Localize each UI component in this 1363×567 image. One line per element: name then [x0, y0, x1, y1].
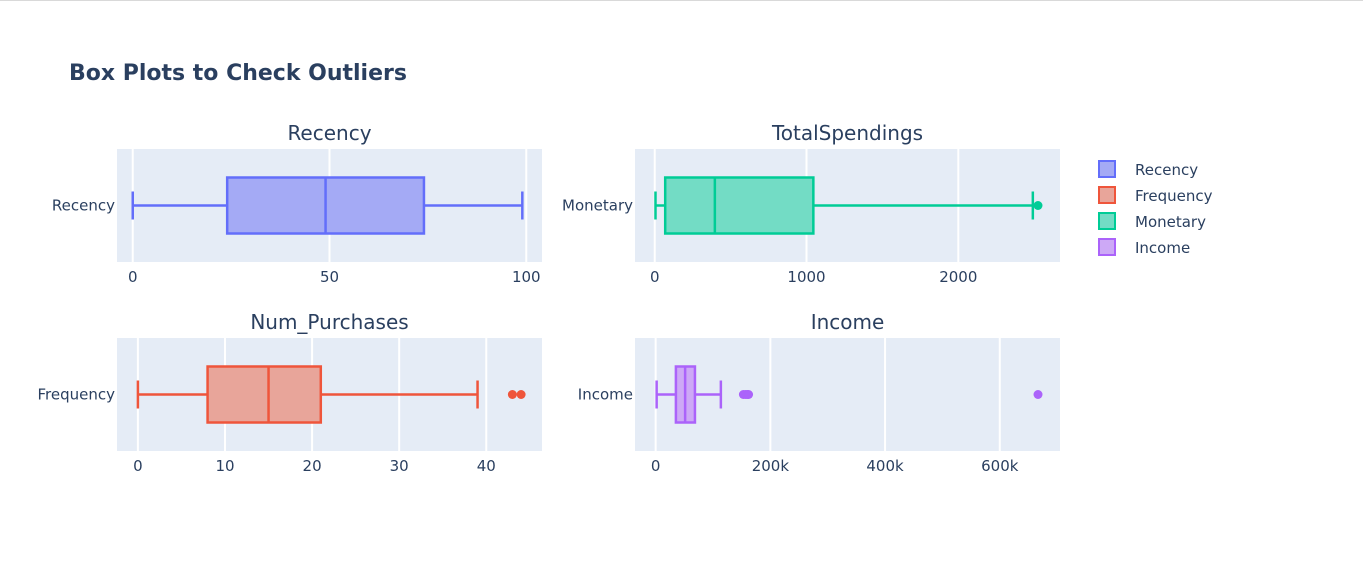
subplot-panels: 0 50 100RecencyRecency0 1000 2000TotalSpendi…	[38, 121, 1060, 475]
outlier-point[interactable]	[516, 390, 526, 399]
subplot-income: 0 200k 400k 600k Income Income	[578, 310, 1060, 475]
legend-item-recency[interactable]: Recency	[1098, 160, 1198, 179]
subplot-title: TotalSpendings	[771, 121, 923, 145]
legend-label: Income	[1135, 239, 1190, 257]
legend-swatch	[1098, 212, 1116, 230]
y-category-label: Frequency	[38, 386, 116, 404]
subplot-title: Income	[811, 310, 885, 334]
legend-label: Frequency	[1135, 187, 1213, 205]
subplot-recency: 0 50 100 Recency Recency	[52, 121, 542, 286]
outlier-point[interactable]	[507, 390, 517, 399]
legend-swatch	[1098, 238, 1116, 256]
x-tick-label: 40	[477, 457, 496, 475]
legend-item-frequency[interactable]: Frequency	[1098, 186, 1213, 205]
x-tick-label: 2000	[939, 268, 977, 286]
x-tick-label: 100	[512, 268, 541, 286]
x-tick-label: 30	[390, 457, 409, 475]
legend-swatch	[1098, 186, 1116, 204]
outlier-point[interactable]	[744, 390, 754, 399]
x-tick-label: 200k	[752, 457, 790, 475]
legend-item-monetary[interactable]: Monetary	[1098, 212, 1206, 231]
box-plots-figure: Box Plots to Check Outliers 0 50 100Recenc…	[38, 61, 1213, 475]
legend-swatch	[1098, 160, 1116, 178]
x-tick-label: 0	[651, 457, 661, 475]
y-category-label: Recency	[52, 197, 115, 215]
legend-label: Monetary	[1135, 213, 1206, 231]
x-tick-label: 0	[133, 457, 143, 475]
figure-title: Box Plots to Check Outliers	[69, 61, 407, 86]
subplot-monetary: 0 1000 2000 TotalSpendings Monetary	[562, 121, 1060, 286]
iqr-box[interactable]	[206, 365, 323, 424]
x-tick-label: 10	[215, 457, 234, 475]
x-tick-label: 50	[320, 268, 339, 286]
iqr-box[interactable]	[663, 176, 815, 235]
x-tick-label: 20	[303, 457, 322, 475]
y-category-label: Income	[578, 386, 633, 404]
x-tick-label: 0	[128, 268, 138, 286]
legend[interactable]: Recency Frequency Monetary Income	[1098, 160, 1213, 257]
x-tick-label: 1000	[787, 268, 825, 286]
x-tick-label: 0	[650, 268, 660, 286]
x-tick-label: 600k	[981, 457, 1019, 475]
legend-label: Recency	[1135, 161, 1198, 179]
subplot-title: Num_Purchases	[250, 310, 408, 334]
outlier-point[interactable]	[1033, 201, 1043, 210]
outlier-point[interactable]	[1033, 390, 1043, 399]
legend-item-income[interactable]: Income	[1098, 238, 1190, 257]
y-category-label: Monetary	[562, 197, 633, 215]
subplot-frequency: 0 10 20 30 40 Num_Purchases Frequency	[38, 310, 542, 475]
subplot-title: Recency	[287, 121, 371, 145]
x-tick-label: 400k	[866, 457, 904, 475]
